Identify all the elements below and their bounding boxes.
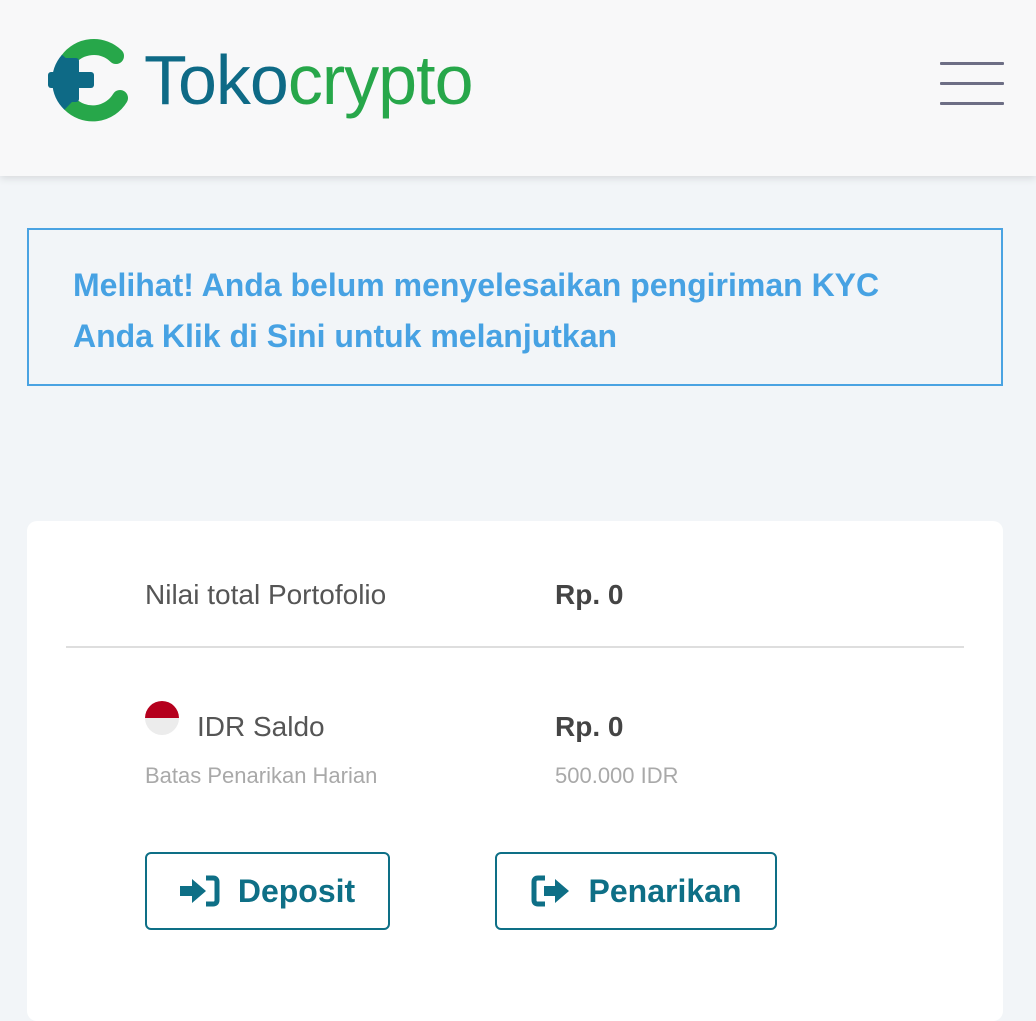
idr-balance-label: IDR Saldo xyxy=(197,711,325,742)
top-header: Tokocrypto xyxy=(0,0,1036,176)
hamburger-menu-icon[interactable] xyxy=(940,62,1004,106)
divider xyxy=(66,646,964,648)
portfolio-total-label: Nilai total Portofolio xyxy=(145,579,387,610)
withdraw-button[interactable]: Penarikan xyxy=(495,852,777,930)
deposit-label: Deposit xyxy=(237,872,356,909)
kyc-warning-banner: Melihat! Anda belum menyelesaikan pengir… xyxy=(27,228,1003,386)
logo-wordmark: Tokocrypto xyxy=(144,45,473,115)
daily-withdrawal-limit-value: 500.000 IDR xyxy=(555,763,679,788)
kyc-continue-link[interactable]: Klik di Sini untuk melanjutkan xyxy=(162,318,617,354)
withdraw-label: Penarikan xyxy=(588,872,742,909)
logo-text-toko: Toko xyxy=(144,41,289,119)
sign-in-icon xyxy=(179,875,220,907)
idr-balance-value: Rp. 0 xyxy=(555,711,624,742)
logo[interactable]: Tokocrypto xyxy=(46,38,473,122)
deposit-button[interactable]: Deposit xyxy=(145,852,390,930)
daily-withdrawal-limit-label: Batas Penarikan Harian xyxy=(145,763,378,788)
sign-out-icon xyxy=(531,875,569,907)
logo-text-crypto: crypto xyxy=(287,41,474,119)
indonesia-flag-icon xyxy=(145,701,179,735)
tokocrypto-logo-icon xyxy=(48,39,128,122)
kyc-warning-text: Melihat! Anda belum menyelesaikan pengir… xyxy=(73,260,933,362)
portfolio-total-value: Rp. 0 xyxy=(555,579,624,610)
portfolio-card: Nilai total Portofolio Rp. 0 IDR Saldo R… xyxy=(27,521,1003,1021)
